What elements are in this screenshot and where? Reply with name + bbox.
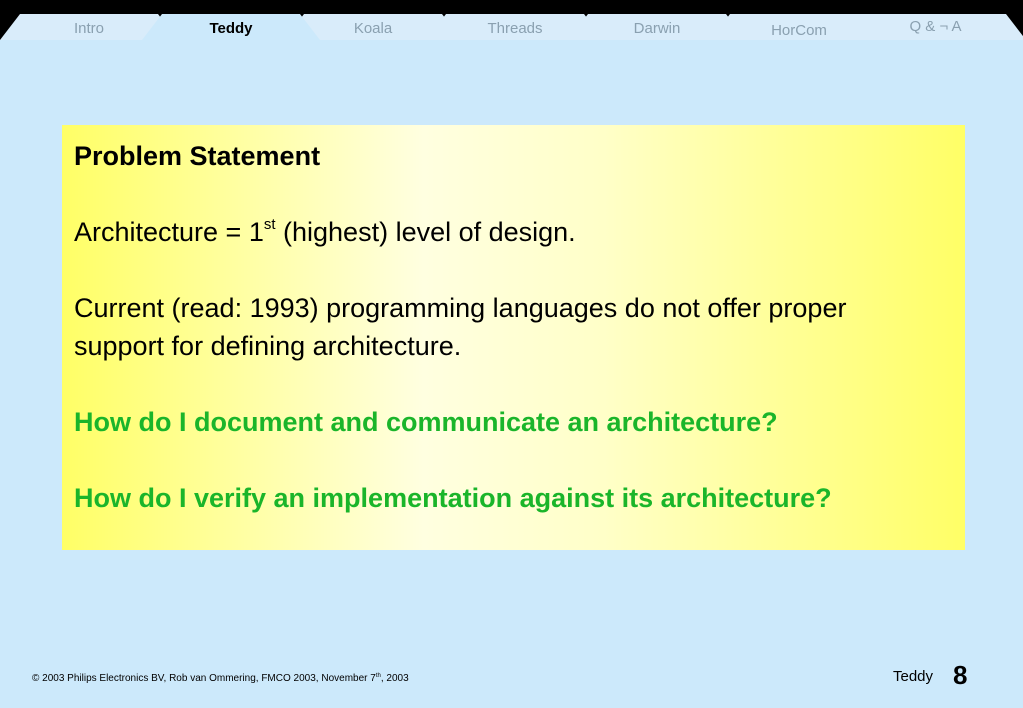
tab-q-and-a[interactable]: Q & ¬ A	[848, 14, 1023, 40]
tab-strip: Intro Teddy Koala Threads Darwin HorCom …	[0, 14, 1023, 40]
question-document: How do I document and communicate an arc…	[74, 407, 778, 437]
tab-label: Intro	[73, 20, 104, 37]
slide-title: Problem Statement	[74, 141, 321, 171]
copyright-notice: © 2003 Philips Electronics BV, Rob van O…	[32, 673, 409, 684]
footer-section-label: Teddy	[893, 668, 934, 685]
problem-statement-box: Problem Statement Architecture = 1st (hi…	[62, 125, 965, 550]
tab-teddy[interactable]: Teddy	[142, 14, 320, 40]
architecture-text-end: (highest) level of design.	[275, 217, 576, 247]
tab-label: Q & ¬ A	[909, 18, 962, 35]
current-languages-statement: Current (read: 1993) programming languag…	[74, 293, 847, 361]
tab-label: HorCom	[771, 22, 827, 39]
top-navigation-bar: Intro Teddy Koala Threads Darwin HorCom …	[0, 0, 1023, 40]
tab-label: Threads	[487, 20, 543, 37]
copyright-year: , 2003	[380, 673, 409, 684]
copyright-text: © 2003 Philips Electronics BV, Rob van O…	[32, 673, 376, 684]
tab-label: Teddy	[209, 20, 253, 37]
architecture-text-start: Architecture = 1	[74, 217, 264, 247]
question-verify: How do I verify an implementation agains…	[74, 483, 832, 513]
architecture-definition: Architecture = 1st (highest) level of de…	[74, 213, 953, 251]
page-number: 8	[953, 660, 968, 690]
tab-label: Koala	[353, 20, 393, 37]
tab-label: Darwin	[633, 20, 681, 37]
ordinal-superscript: st	[263, 216, 276, 233]
